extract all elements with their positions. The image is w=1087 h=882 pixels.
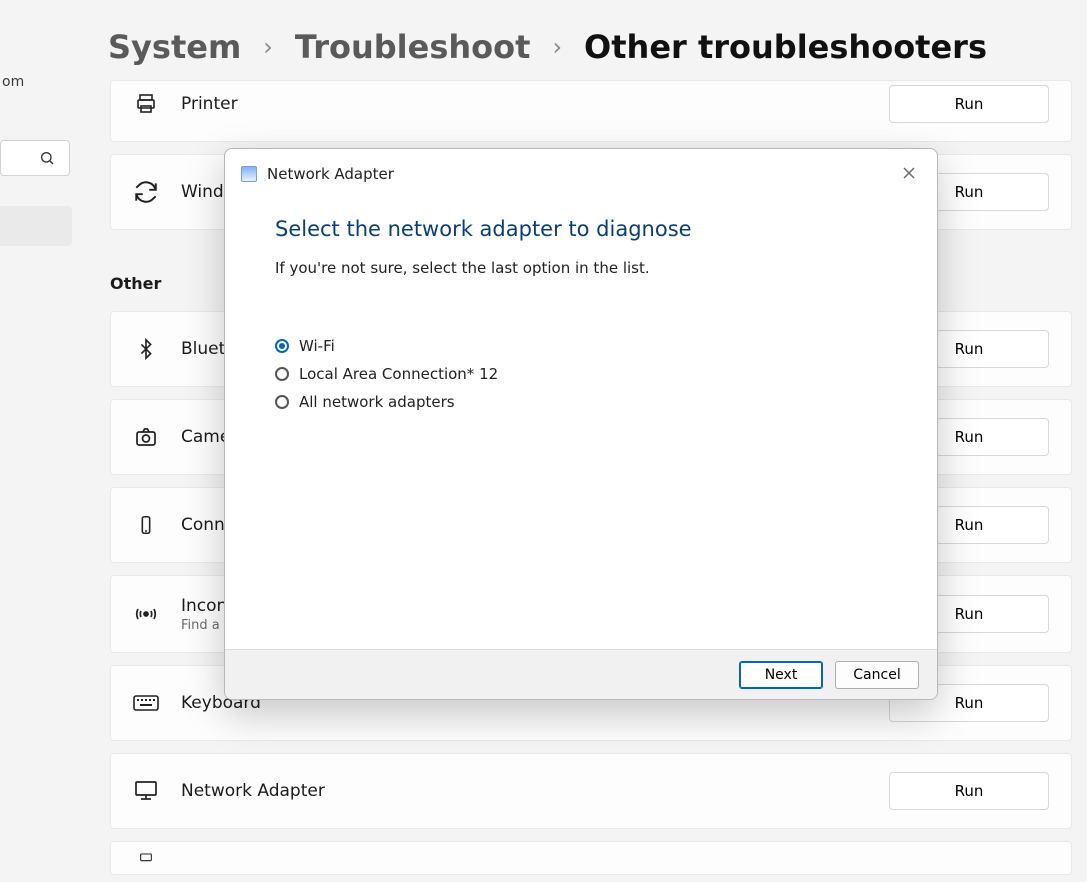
troubleshooter-title: Printer [181, 94, 867, 114]
close-button[interactable] [895, 159, 923, 187]
breadcrumb-troubleshoot[interactable]: Troubleshoot [295, 28, 531, 66]
radio-icon [275, 367, 289, 381]
search-input[interactable] [0, 140, 70, 176]
sync-icon [133, 179, 159, 205]
radio-label: Wi-Fi [299, 337, 335, 355]
cancel-button[interactable]: Cancel [835, 661, 919, 689]
radio-label: All network adapters [299, 393, 455, 411]
sidebar-selected-item[interactable] [0, 206, 72, 246]
radio-all-adapters[interactable]: All network adapters [275, 393, 887, 411]
dialog-header-title: Network Adapter [267, 165, 394, 183]
dialog-header: Network Adapter [225, 149, 937, 183]
dialog-title: Select the network adapter to diagnose [275, 217, 887, 241]
breadcrumb: System › Troubleshoot › Other troublesho… [108, 28, 987, 66]
troubleshooter-app-icon [241, 166, 257, 182]
breadcrumb-system[interactable]: System [108, 28, 241, 66]
search-icon [39, 150, 55, 166]
keyboard-icon [133, 693, 159, 713]
breadcrumb-current: Other troubleshooters [584, 28, 987, 66]
monitor-icon [133, 779, 159, 803]
dialog-description: If you're not sure, select the last opti… [275, 259, 887, 277]
camera-icon [133, 425, 159, 449]
broadcast-icon [133, 602, 159, 626]
troubleshooter-network-adapter: Network Adapter Run [110, 753, 1072, 829]
run-button[interactable]: Run [889, 85, 1049, 123]
radio-wifi[interactable]: Wi-Fi [275, 337, 887, 355]
troubleshooter-printer: Printer Run [110, 80, 1072, 142]
troubleshooter-title: Network Adapter [181, 781, 867, 801]
account-stub: om [0, 74, 24, 90]
phone-icon [133, 514, 159, 536]
next-button[interactable]: Next [739, 661, 823, 689]
troubleshooter-item [110, 841, 1072, 875]
chevron-right-icon: › [552, 33, 562, 61]
bluetooth-icon [133, 338, 159, 360]
radio-icon [275, 395, 289, 409]
radio-local-area-connection[interactable]: Local Area Connection* 12 [275, 365, 887, 383]
dialog-footer: Next Cancel [225, 649, 937, 699]
radio-icon [275, 339, 289, 353]
radio-label: Local Area Connection* 12 [299, 365, 498, 383]
run-button[interactable]: Run [889, 772, 1049, 810]
printer-icon [133, 92, 159, 116]
network-adapter-dialog: Network Adapter Select the network adapt… [224, 148, 938, 700]
printer-icon [133, 850, 159, 866]
chevron-right-icon: › [263, 33, 273, 61]
